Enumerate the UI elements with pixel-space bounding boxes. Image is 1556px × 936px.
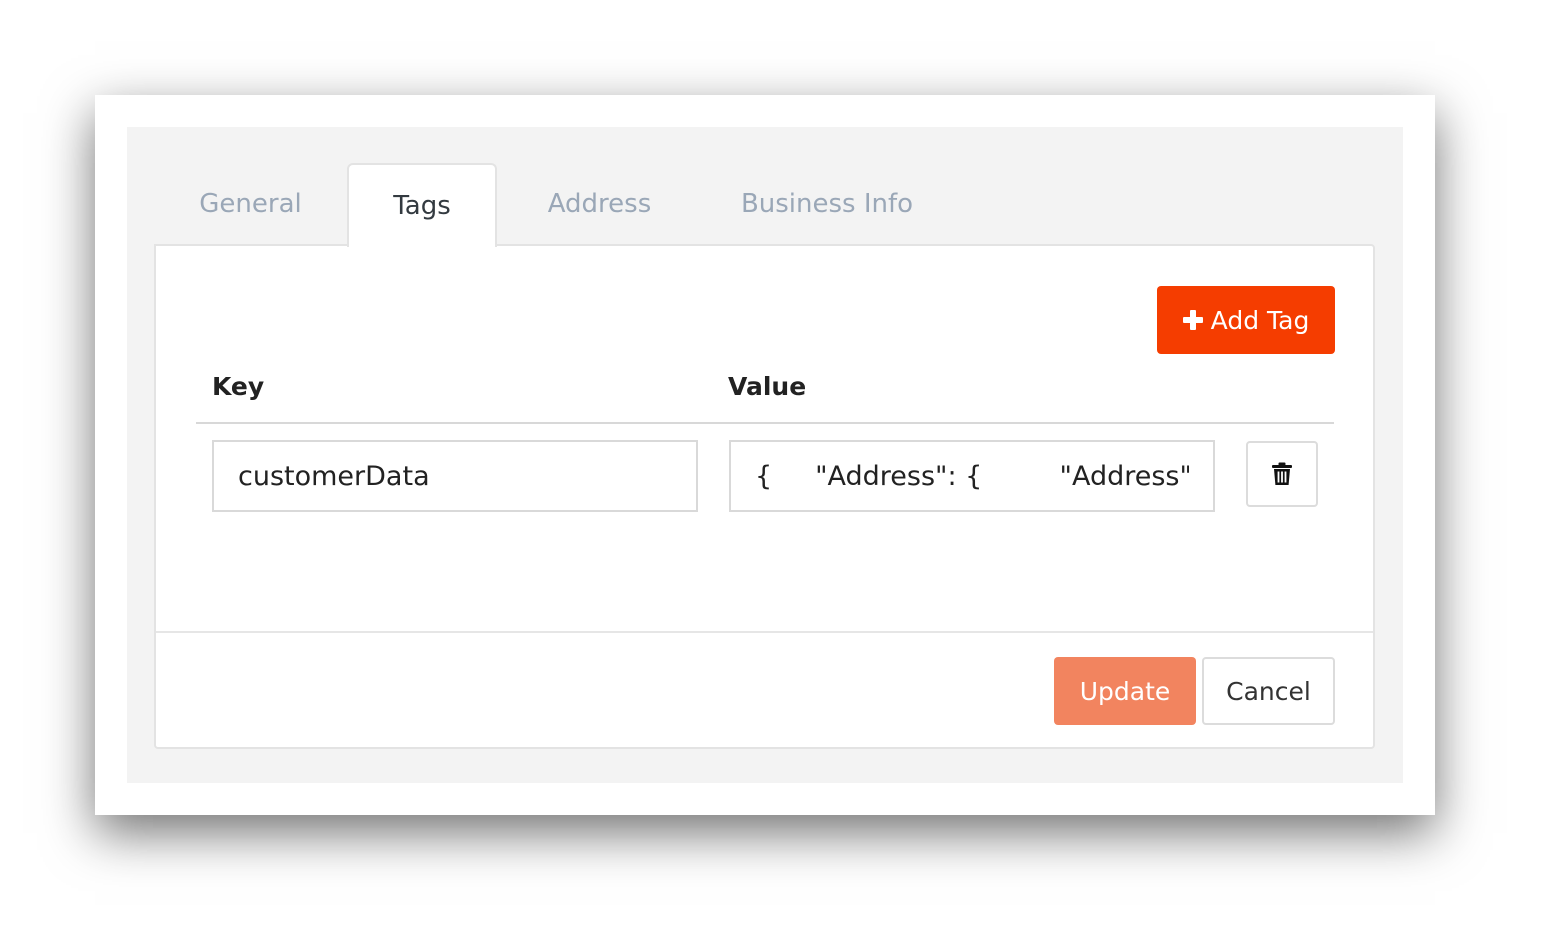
tags-panel: Add Tag Key Value Update Cancel (154, 244, 1375, 749)
tag-value-input[interactable] (729, 440, 1215, 512)
update-button[interactable]: Update (1054, 657, 1196, 725)
dialog-body: General Tags Address Business Info Add T… (127, 127, 1403, 783)
tab-business-info-label: Business Info (740, 189, 914, 219)
tab-general-label: General (199, 189, 302, 219)
cancel-button[interactable]: Cancel (1202, 657, 1335, 725)
footer-divider (156, 631, 1373, 633)
header-divider (196, 422, 1334, 424)
tab-tags[interactable]: Tags (347, 163, 497, 247)
tab-business-info[interactable]: Business Info (702, 163, 952, 245)
dialog-window: General Tags Address Business Info Add T… (95, 95, 1435, 815)
delete-tag-button[interactable] (1246, 441, 1318, 507)
tab-tags-label: Tags (393, 191, 451, 221)
column-header-key: Key (212, 372, 265, 401)
add-tag-button[interactable]: Add Tag (1157, 286, 1335, 354)
tab-address[interactable]: Address (497, 163, 702, 245)
tag-key-input[interactable] (212, 440, 698, 512)
tab-general[interactable]: General (154, 163, 347, 245)
add-tag-label: Add Tag (1210, 305, 1310, 335)
tab-bar: General Tags Address Business Info (154, 163, 952, 247)
plus-icon (1182, 310, 1203, 330)
column-header-value: Value (728, 372, 807, 401)
trash-icon (1272, 462, 1292, 485)
tab-address-label: Address (547, 189, 652, 219)
